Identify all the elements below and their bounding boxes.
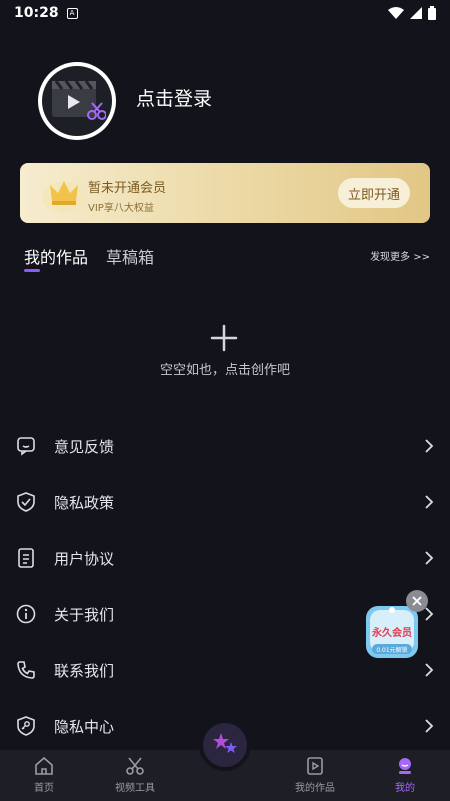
status-time: 10:28 bbox=[14, 5, 59, 21]
shield-icon bbox=[17, 492, 35, 512]
avatar[interactable] bbox=[38, 62, 116, 140]
battery-icon bbox=[428, 6, 436, 20]
login-link[interactable]: 点击登录 bbox=[136, 84, 212, 111]
chevron-right-icon bbox=[425, 719, 434, 733]
document-icon bbox=[18, 548, 34, 568]
nav-label: 首页 bbox=[34, 783, 54, 794]
nav-home[interactable]: 首页 bbox=[9, 756, 79, 794]
status-bar: 10:28 A bbox=[0, 0, 450, 26]
status-icons bbox=[388, 6, 436, 20]
menu-label: 用户协议 bbox=[54, 549, 115, 568]
video-editor-logo-icon bbox=[52, 80, 106, 120]
nav-video-tools[interactable]: 视频工具 bbox=[100, 756, 170, 794]
video-folder-icon bbox=[307, 757, 323, 775]
nav-my-works[interactable]: 我的作品 bbox=[280, 756, 350, 794]
nav-label: 我的 bbox=[395, 783, 415, 794]
menu-item-user-agreement[interactable]: 用户协议 bbox=[0, 530, 450, 586]
empty-state-text: 空空如也，点击创作吧 bbox=[159, 363, 290, 378]
crown-icon bbox=[42, 181, 86, 213]
settings-menu: 意见反馈 隐私政策 用户协议 关于我们 联系我们 隐私中心 bbox=[0, 418, 450, 754]
chevron-right-icon bbox=[425, 607, 434, 621]
plus-icon[interactable] bbox=[210, 324, 238, 352]
chevron-right-icon bbox=[425, 551, 434, 565]
menu-label: 关于我们 bbox=[54, 605, 115, 624]
signal-icon bbox=[410, 7, 422, 19]
menu-label: 意见反馈 bbox=[54, 437, 115, 456]
promo-title: 永久会员 bbox=[371, 626, 412, 639]
chevron-right-icon bbox=[425, 663, 434, 677]
vip-banner[interactable]: 暂未开通会员 VIP享八大权益 立即开通 bbox=[20, 163, 430, 223]
privacy-shield-icon bbox=[17, 716, 35, 736]
promo-subtitle: 0.01元解锁 bbox=[376, 646, 407, 654]
tab-my-works[interactable]: 我的作品 bbox=[24, 244, 88, 268]
menu-label: 隐私政策 bbox=[54, 493, 115, 512]
menu-item-feedback[interactable]: 意见反馈 bbox=[0, 418, 450, 474]
promo-close-button[interactable] bbox=[406, 590, 428, 612]
home-icon bbox=[35, 756, 53, 775]
vip-subtitle: VIP享八大权益 bbox=[88, 203, 154, 214]
info-icon bbox=[16, 604, 36, 624]
create-button[interactable] bbox=[199, 719, 251, 771]
works-tabs: 我的作品 草稿箱 bbox=[24, 244, 154, 268]
chevron-right-icon bbox=[425, 495, 434, 509]
menu-label: 联系我们 bbox=[54, 661, 115, 680]
tab-drafts[interactable]: 草稿箱 bbox=[106, 244, 154, 268]
nav-label: 我的作品 bbox=[295, 783, 335, 794]
phone-icon bbox=[17, 661, 35, 679]
menu-label: 隐私中心 bbox=[54, 717, 115, 736]
stars-icon bbox=[213, 733, 237, 753]
chevron-right-icon bbox=[425, 439, 434, 453]
vip-open-button[interactable]: 立即开通 bbox=[338, 178, 410, 208]
scissors-icon bbox=[126, 757, 144, 775]
feedback-icon bbox=[17, 437, 35, 456]
tab-indicator bbox=[24, 269, 40, 272]
vip-title: 暂未开通会员 bbox=[88, 181, 167, 196]
menu-item-privacy-policy[interactable]: 隐私政策 bbox=[0, 474, 450, 530]
close-icon bbox=[412, 596, 422, 606]
user-icon bbox=[399, 758, 411, 774]
wifi-icon bbox=[388, 7, 404, 19]
nav-me[interactable]: 我的 bbox=[370, 756, 440, 794]
discover-more-link[interactable]: 发现更多 >> bbox=[370, 248, 430, 263]
notification-icon: A bbox=[66, 7, 78, 19]
nav-label: 视频工具 bbox=[115, 783, 155, 794]
